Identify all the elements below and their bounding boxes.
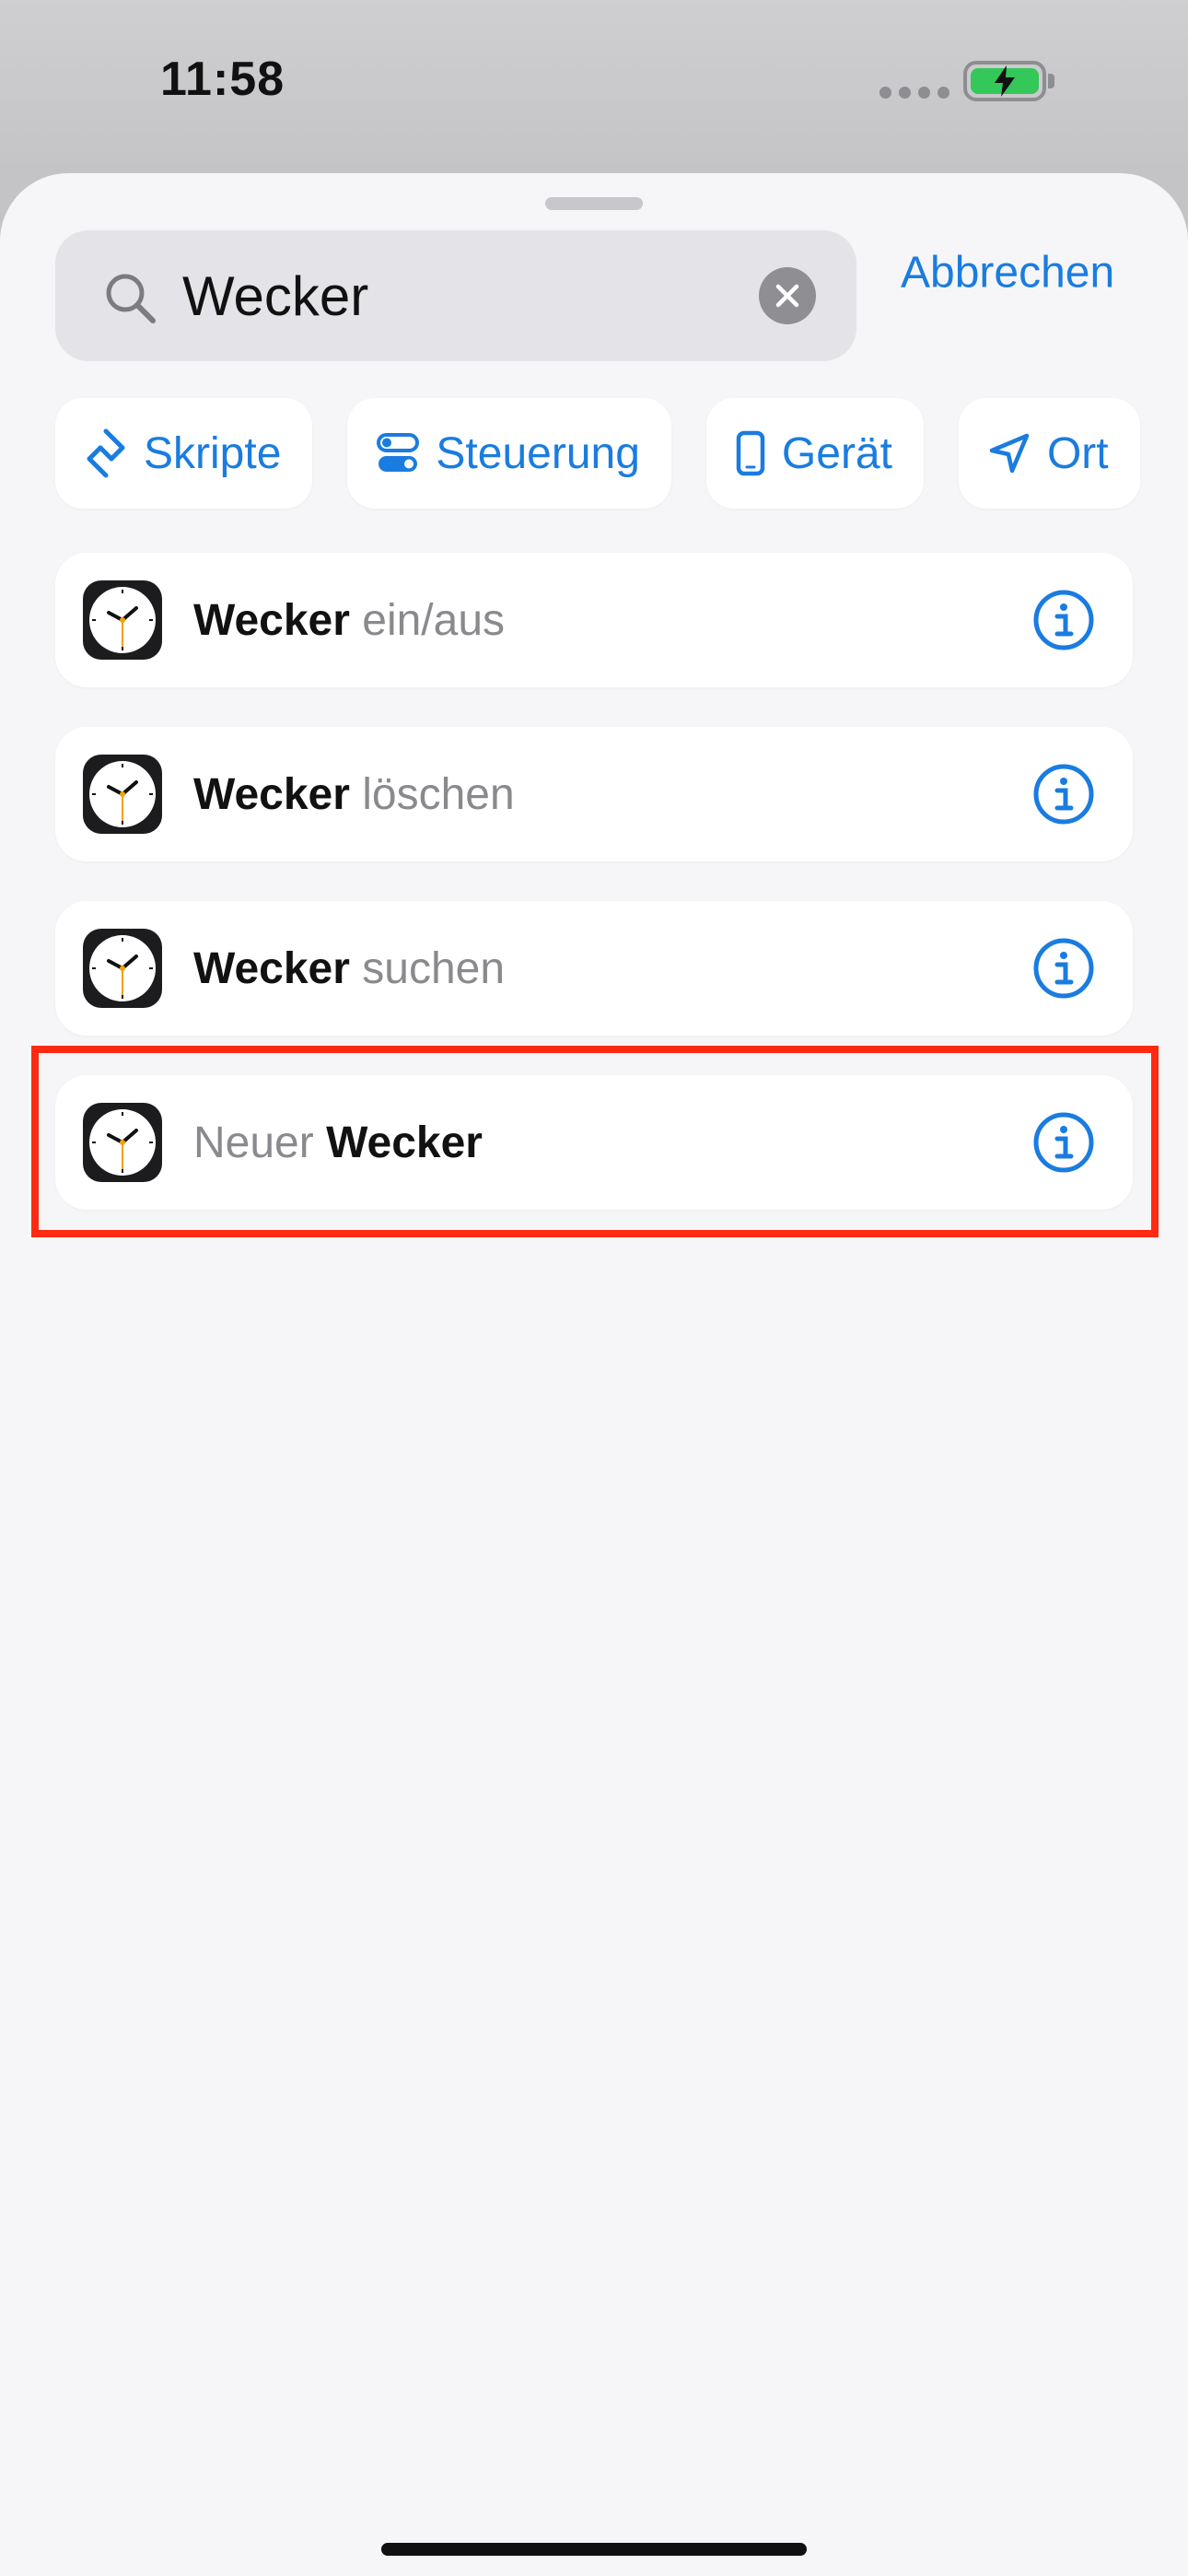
sheet-grabber[interactable] xyxy=(545,197,643,210)
home-indicator[interactable] xyxy=(381,2543,807,2556)
chip-controls[interactable]: Steuerung xyxy=(347,398,671,509)
clock-app-icon xyxy=(83,580,162,660)
battery-cap xyxy=(1048,74,1054,88)
phone-icon xyxy=(736,430,765,476)
clock-app-icon xyxy=(83,1103,162,1182)
clear-search-button[interactable] xyxy=(759,267,816,324)
result-row[interactable]: Wecker löschen xyxy=(55,727,1133,861)
search-field[interactable] xyxy=(55,230,856,361)
toggle-icon xyxy=(377,433,420,472)
result-row-new-alarm[interactable]: Neuer Wecker xyxy=(55,1075,1133,1210)
shortcuts-icon xyxy=(87,428,125,478)
result-title: Neuer Wecker xyxy=(193,1118,483,1167)
search-icon xyxy=(106,274,156,323)
chip-label: Ort xyxy=(1046,428,1109,478)
result-title: Wecker ein/aus xyxy=(193,595,506,645)
battery-icon xyxy=(963,61,1046,101)
info-icon[interactable] xyxy=(1033,764,1094,825)
search-sheet: Abbrechen Skripte Steuerung Gerät xyxy=(0,173,1188,2576)
result-title: Wecker suchen xyxy=(193,943,506,993)
info-icon[interactable] xyxy=(1033,1112,1094,1173)
chip-label: Gerät xyxy=(781,428,892,478)
result-title: Wecker löschen xyxy=(193,769,515,819)
chip-label: Steuerung xyxy=(436,428,640,478)
clock-app-icon xyxy=(83,755,162,834)
chip-scripts[interactable]: Skripte xyxy=(55,398,313,509)
result-row[interactable]: Wecker ein/aus xyxy=(55,553,1133,687)
chip-label: Skripte xyxy=(144,428,282,478)
result-row[interactable]: Wecker suchen xyxy=(55,901,1133,1036)
search-results: Wecker ein/aus Wecker löschen Wecker suc… xyxy=(55,553,1133,1249)
clock-app-icon xyxy=(83,929,162,1008)
info-icon[interactable] xyxy=(1033,590,1094,650)
info-icon[interactable] xyxy=(1033,938,1094,999)
charging-bolt-icon xyxy=(995,65,1015,97)
cellular-signal-icon xyxy=(879,87,949,99)
close-icon xyxy=(775,284,799,308)
chip-location[interactable]: Ort xyxy=(958,398,1140,509)
status-time: 11:58 xyxy=(160,53,285,106)
search-input[interactable] xyxy=(182,230,772,361)
status-bar: 11:58 xyxy=(0,0,1188,166)
filter-chips: Skripte Steuerung Gerät Ort xyxy=(55,398,1140,509)
chip-device[interactable]: Gerät xyxy=(705,398,924,509)
location-arrow-icon xyxy=(989,433,1030,474)
cancel-button[interactable]: Abbrechen xyxy=(901,248,1114,299)
